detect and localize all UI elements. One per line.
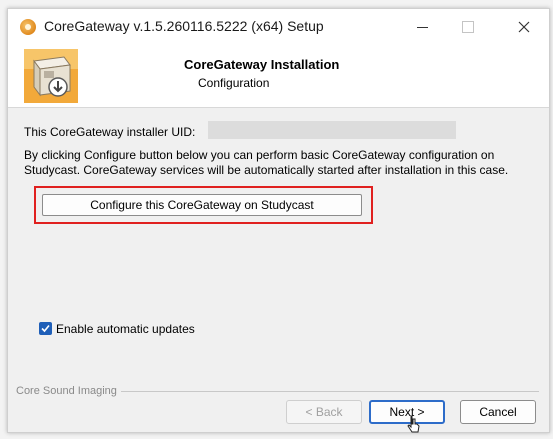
minimize-icon — [416, 26, 428, 28]
brand-text: Core Sound Imaging — [16, 385, 121, 397]
uid-value-field — [208, 121, 456, 139]
close-icon — [518, 21, 530, 33]
cancel-button[interactable]: Cancel — [460, 400, 536, 424]
brand-divider: Core Sound Imaging — [16, 385, 539, 397]
checkmark-icon — [41, 324, 50, 333]
configure-studycast-button[interactable]: Configure this CoreGateway on Studycast — [42, 194, 362, 216]
window-title: CoreGateway v.1.5.260116.5222 (x64) Setu… — [44, 18, 324, 34]
auto-update-checkbox[interactable] — [39, 322, 52, 335]
minimize-button[interactable] — [399, 9, 445, 45]
setup-window: CoreGateway v.1.5.260116.5222 (x64) Setu… — [7, 8, 550, 433]
header-title: CoreGateway Installation — [184, 57, 340, 72]
title-bar: CoreGateway v.1.5.260116.5222 (x64) Setu… — [8, 9, 549, 45]
mouse-cursor-icon — [407, 415, 420, 433]
configuration-description: By clicking Configure button below you c… — [24, 148, 509, 177]
maximize-icon — [462, 21, 474, 33]
installer-header: CoreGateway Installation Configuration — [8, 45, 549, 108]
auto-update-label[interactable]: Enable automatic updates — [56, 322, 195, 336]
app-icon — [20, 19, 36, 35]
header-subtitle: Configuration — [198, 76, 270, 90]
uid-label: This CoreGateway installer UID: — [24, 125, 196, 139]
close-button[interactable] — [501, 9, 547, 45]
maximize-button[interactable] — [445, 9, 491, 45]
back-button[interactable]: < Back — [286, 400, 362, 424]
installer-box-icon — [24, 49, 78, 103]
